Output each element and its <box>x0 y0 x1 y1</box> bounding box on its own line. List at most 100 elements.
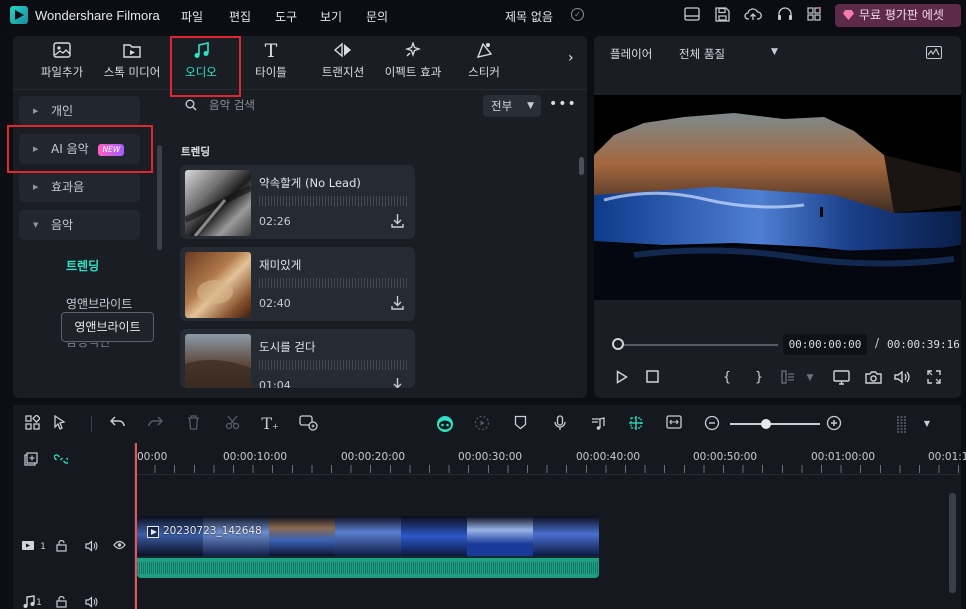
zoom-in-icon[interactable] <box>825 415 843 433</box>
delete-trash-icon[interactable] <box>184 415 202 433</box>
volume-icon[interactable] <box>894 370 912 386</box>
ai-copilot-icon[interactable] <box>435 415 455 433</box>
redo-icon[interactable] <box>146 415 164 433</box>
download-icon[interactable] <box>391 213 404 228</box>
add-track-icon[interactable] <box>24 452 38 466</box>
save-icon[interactable] <box>714 7 730 23</box>
add-text-icon[interactable]: T+ <box>261 415 279 433</box>
mark-in-icon[interactable]: { <box>721 370 733 386</box>
audio-note-edit-icon[interactable] <box>589 415 607 433</box>
menu-edit[interactable]: 편집 <box>229 8 251 25</box>
sticker-icon <box>474 42 494 60</box>
collapse-caret-icon: ▼ <box>33 221 39 229</box>
scopes-monitor-icon[interactable] <box>926 46 942 59</box>
menu-file[interactable]: 파일 <box>181 8 203 25</box>
display-settings-icon[interactable] <box>832 370 850 386</box>
lock-icon[interactable] <box>54 595 68 609</box>
speech-to-text-icon[interactable] <box>299 415 318 433</box>
tabs-scroll-right-icon[interactable]: › <box>568 50 574 66</box>
mute-speaker-icon[interactable] <box>84 540 98 554</box>
layout-grid-icon[interactable] <box>23 414 41 433</box>
microphone-record-icon[interactable] <box>551 415 569 433</box>
menu-help[interactable]: 문의 <box>366 8 388 25</box>
tab-stickers[interactable]: 스티커 <box>461 42 507 80</box>
zoom-out-icon[interactable] <box>703 415 721 433</box>
current-timecode[interactable]: 00:00:00:00 <box>783 334 867 355</box>
magnetic-snap-icon[interactable] <box>627 415 645 433</box>
tab-import[interactable]: 파일추가 <box>37 42 87 80</box>
playhead[interactable] <box>135 443 137 609</box>
timeline-scrollbar[interactable] <box>949 493 956 593</box>
waveform <box>259 360 407 370</box>
category-scrollbar[interactable] <box>157 145 162 250</box>
tab-stock-media[interactable]: 스톡 미디어 <box>100 42 164 80</box>
play-icon[interactable] <box>614 370 630 386</box>
audio-track-number: 1 <box>36 598 42 608</box>
chevron-down-icon: ▼ <box>527 101 534 111</box>
select-pointer-icon[interactable] <box>51 414 69 433</box>
track-title: 도시를 걷다 <box>259 340 316 354</box>
waveform <box>259 196 407 206</box>
download-icon[interactable] <box>391 295 404 310</box>
category-personal[interactable]: ▶ 개인 <box>19 96 140 126</box>
video-preview[interactable] <box>594 95 961 300</box>
insert-clip-icon[interactable] <box>781 370 797 386</box>
scissors-split-icon[interactable] <box>223 415 241 433</box>
quality-dropdown[interactable]: 전체 품질 <box>679 46 725 62</box>
stop-icon[interactable] <box>644 370 660 386</box>
more-options-icon[interactable]: ••• <box>549 96 577 112</box>
tab-transitions[interactable]: 트랜지션 <box>313 42 373 80</box>
category-music[interactable]: ▼ 음악 <box>19 210 140 240</box>
subcategory-trending[interactable]: 트렌딩 <box>66 257 99 274</box>
lock-icon[interactable] <box>54 539 68 554</box>
headset-support-icon[interactable] <box>777 7 793 23</box>
undo-icon[interactable] <box>108 415 126 433</box>
track-height-icon[interactable] <box>893 415 911 433</box>
tab-effects[interactable]: 이펙트 효과 <box>378 40 448 80</box>
mute-speaker-icon[interactable] <box>84 596 98 609</box>
scrubber-handle[interactable] <box>612 338 624 350</box>
fullscreen-icon[interactable] <box>926 370 942 386</box>
fit-timeline-icon[interactable] <box>665 415 683 433</box>
menu-tools[interactable]: 도구 <box>275 8 297 25</box>
link-icon[interactable] <box>53 452 70 466</box>
mark-out-icon[interactable]: } <box>753 370 765 386</box>
zoom-slider[interactable] <box>730 423 820 425</box>
menu-view[interactable]: 보기 <box>320 8 342 25</box>
download-icon[interactable] <box>391 377 404 388</box>
music-search-input[interactable] <box>209 96 459 114</box>
chevron-down-icon[interactable]: ▼ <box>805 370 815 386</box>
ruler-label: 00:00:50:00 <box>693 451 758 463</box>
tab-titles[interactable]: T 타이틀 <box>246 42 296 80</box>
filmora-logo-icon <box>10 6 28 24</box>
visibility-eye-icon[interactable] <box>112 540 126 554</box>
music-track-card[interactable]: 도시를 걷다 01:04 <box>180 329 415 388</box>
category-sound-effects[interactable]: ▶ 효과음 <box>19 172 140 202</box>
tab-stickers-label: 스티커 <box>468 65 500 79</box>
grid-apps-icon[interactable] <box>806 5 823 23</box>
player-panel: 플레이어 전체 품질 ▼ 00:00:00:00 / 00:00:39:16 {… <box>594 36 961 398</box>
timeline: 1 1 00:00 00:00:10:00 00:00:20:00 00:00:… <box>13 443 966 609</box>
music-list-scrollbar[interactable] <box>579 157 584 175</box>
video-clip[interactable]: 20230723_142648 <box>137 516 599 578</box>
chevron-down-icon[interactable]: ▼ <box>918 415 936 433</box>
time-ruler[interactable]: 00:00 00:00:10:00 00:00:20:00 00:00:30:0… <box>135 443 966 475</box>
auto-reframe-icon[interactable] <box>473 415 491 433</box>
ruler-label: 00:01:1 <box>928 451 966 463</box>
snapshot-camera-icon[interactable] <box>864 370 882 386</box>
marker-shield-icon[interactable] <box>511 415 529 433</box>
cloud-upload-icon[interactable] <box>744 7 762 23</box>
layout-icon[interactable] <box>684 7 700 23</box>
text-t-icon: T <box>264 40 278 62</box>
music-track-card[interactable]: 재미있게 02:40 <box>180 247 415 321</box>
clip-audio-waveform <box>137 558 599 578</box>
title-bar: Wondershare Filmora 파일 편집 도구 보기 문의 제목 없음… <box>0 0 966 32</box>
free-trial-assets-button[interactable]: 무료 평가판 에셋 <box>835 4 961 27</box>
chevron-down-icon[interactable]: ▼ <box>771 47 778 57</box>
zoom-slider-handle[interactable] <box>761 419 771 429</box>
filter-dropdown[interactable]: 전부 ▼ <box>483 95 541 117</box>
track-duration: 01:04 <box>259 379 291 388</box>
playback-scrubber[interactable] <box>618 344 778 346</box>
music-track-card[interactable]: 약속할게 (No Lead) 02:26 <box>180 165 415 239</box>
subcategory-young-bright[interactable]: 영앤브라이트 <box>66 295 132 312</box>
